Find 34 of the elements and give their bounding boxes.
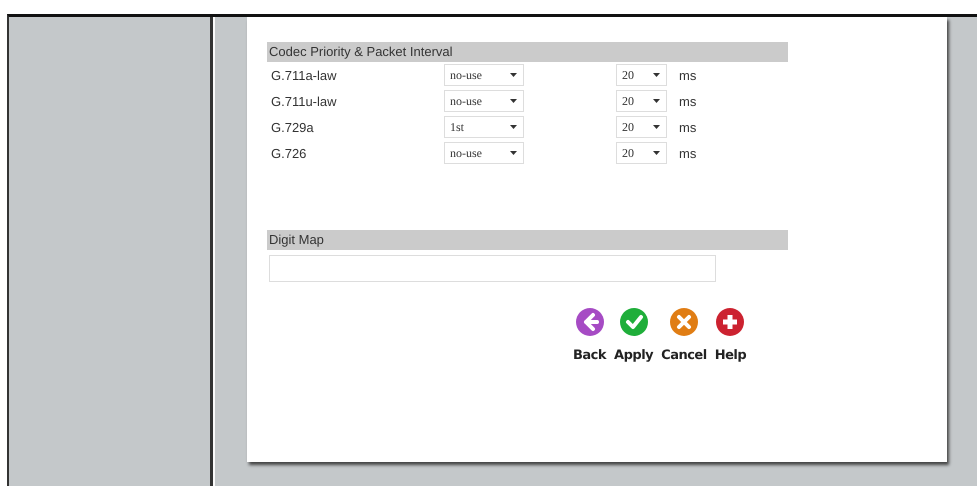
section-header: Digit Map (267, 230, 788, 250)
interval-dropdown[interactable]: 20 (616, 116, 667, 138)
priority-dropdown[interactable]: no-use (444, 90, 524, 112)
help-button[interactable]: Help (714, 308, 746, 363)
unit-label: ms (679, 120, 696, 134)
digit-map-field[interactable] (269, 255, 716, 282)
caret-icon (510, 73, 517, 77)
priority-dropdown[interactable]: 1st (444, 116, 524, 138)
plus-icon (716, 308, 744, 336)
codec-label: G.726 (271, 146, 308, 160)
caret-icon (653, 151, 660, 155)
priority-dropdown[interactable]: no-use (444, 142, 524, 164)
interval-dropdown[interactable]: 20 (616, 142, 667, 164)
caret-icon (653, 125, 660, 129)
codec-label: G.711u-law (271, 94, 338, 108)
caret-icon (510, 125, 517, 129)
codec-label: G.729a (271, 120, 315, 134)
interval-dropdown[interactable]: 20 (616, 64, 667, 86)
priority-dropdown[interactable]: no-use (444, 64, 524, 86)
section-header: Codec Priority & Packet Interval (267, 42, 788, 62)
close-icon (670, 308, 698, 336)
unit-label: ms (679, 68, 696, 82)
caret-icon (653, 99, 660, 103)
cancel-button[interactable]: Cancel (661, 308, 707, 363)
caret-icon (510, 151, 517, 155)
unit-label: ms (679, 146, 696, 160)
interval-dropdown[interactable]: 20 (616, 90, 667, 112)
codec-label: G.711a-law (271, 68, 338, 82)
apply-button[interactable]: Apply (614, 308, 654, 363)
unit-label: ms (679, 94, 696, 108)
back-button[interactable]: Back (573, 308, 606, 363)
checkmark-icon (620, 308, 648, 336)
caret-icon (510, 99, 517, 103)
caret-icon (653, 73, 660, 77)
